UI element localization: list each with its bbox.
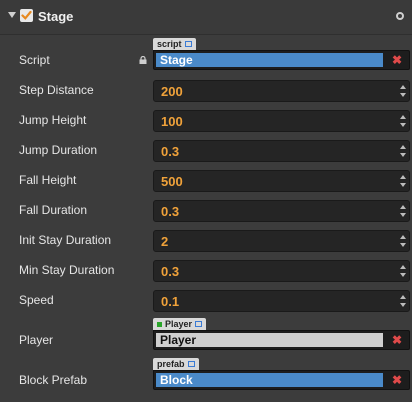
script-value-box[interactable]: Stage bbox=[156, 53, 383, 67]
gear-icon[interactable] bbox=[396, 12, 404, 20]
stepper[interactable] bbox=[397, 141, 409, 161]
stepper[interactable] bbox=[397, 201, 409, 221]
increment-arrow-icon[interactable] bbox=[400, 265, 406, 269]
script-tag-label: script bbox=[157, 39, 182, 49]
jump-duration-value: 0.3 bbox=[161, 144, 180, 159]
jump-duration-label: Jump Duration bbox=[19, 143, 98, 157]
speed-value: 0.1 bbox=[161, 294, 180, 309]
increment-arrow-icon[interactable] bbox=[400, 235, 406, 239]
stepper[interactable] bbox=[397, 111, 409, 131]
prefab-tag-label: prefab bbox=[157, 359, 185, 369]
decrement-arrow-icon[interactable] bbox=[400, 273, 406, 277]
script-value: Stage bbox=[160, 53, 193, 67]
decrement-arrow-icon[interactable] bbox=[400, 123, 406, 127]
increment-arrow-icon[interactable] bbox=[400, 145, 406, 149]
stepper[interactable] bbox=[397, 81, 409, 101]
player-value-box[interactable]: Player bbox=[156, 333, 383, 347]
decrement-arrow-icon[interactable] bbox=[400, 93, 406, 97]
step-distance-label: Step Distance bbox=[19, 83, 94, 97]
decrement-arrow-icon[interactable] bbox=[400, 153, 406, 157]
init-stay-duration-label: Init Stay Duration bbox=[19, 233, 112, 247]
speed-input[interactable]: 0.1 bbox=[153, 290, 410, 312]
block-prefab-value-box[interactable]: Block bbox=[156, 373, 383, 387]
increment-arrow-icon[interactable] bbox=[400, 205, 406, 209]
fall-height-input[interactable]: 500 bbox=[153, 170, 410, 192]
close-icon[interactable]: ✖ bbox=[392, 332, 402, 348]
block-prefab-value: Block bbox=[160, 373, 193, 387]
external-link-icon[interactable] bbox=[184, 41, 192, 47]
script-field[interactable]: Stage ✖ bbox=[153, 50, 410, 70]
component-header: Stage bbox=[0, 0, 412, 35]
increment-arrow-icon[interactable] bbox=[400, 175, 406, 179]
stepper[interactable] bbox=[397, 171, 409, 191]
decrement-arrow-icon[interactable] bbox=[400, 303, 406, 307]
fall-duration-label: Fall Duration bbox=[19, 203, 88, 217]
close-icon[interactable]: ✖ bbox=[392, 372, 402, 388]
block-prefab-field[interactable]: Block ✖ bbox=[153, 370, 410, 390]
player-field[interactable]: Player ✖ bbox=[153, 330, 410, 350]
enabled-checkbox[interactable] bbox=[20, 9, 33, 22]
close-icon[interactable]: ✖ bbox=[392, 52, 402, 68]
min-stay-duration-label: Min Stay Duration bbox=[19, 263, 115, 277]
player-tag-label: Player bbox=[165, 319, 193, 329]
stepper[interactable] bbox=[397, 291, 409, 311]
script-label: Script bbox=[19, 53, 50, 67]
block-prefab-label: Block Prefab bbox=[19, 373, 88, 387]
fold-triangle-icon[interactable] bbox=[8, 12, 16, 18]
stepper[interactable] bbox=[397, 261, 409, 281]
decrement-arrow-icon[interactable] bbox=[400, 243, 406, 247]
increment-arrow-icon[interactable] bbox=[400, 85, 406, 89]
min-stay-duration-input[interactable]: 0.3 bbox=[153, 260, 410, 282]
fall-duration-input[interactable]: 0.3 bbox=[153, 200, 410, 222]
jump-duration-input[interactable]: 0.3 bbox=[153, 140, 410, 162]
fall-duration-value: 0.3 bbox=[161, 204, 180, 219]
increment-arrow-icon[interactable] bbox=[400, 115, 406, 119]
jump-height-label: Jump Height bbox=[19, 113, 87, 127]
min-stay-duration-value: 0.3 bbox=[161, 264, 180, 279]
decrement-arrow-icon[interactable] bbox=[400, 183, 406, 187]
increment-arrow-icon[interactable] bbox=[400, 295, 406, 299]
player-label: Player bbox=[19, 333, 54, 347]
step-distance-input[interactable]: 200 bbox=[153, 80, 410, 102]
component-title: Stage bbox=[38, 9, 74, 24]
external-link-icon[interactable] bbox=[187, 361, 195, 367]
stepper[interactable] bbox=[397, 231, 409, 251]
external-link-icon[interactable] bbox=[195, 321, 203, 327]
fall-height-label: Fall Height bbox=[19, 173, 77, 187]
node-icon bbox=[157, 322, 162, 327]
init-stay-duration-value: 2 bbox=[161, 234, 169, 249]
step-distance-value: 200 bbox=[161, 84, 183, 99]
decrement-arrow-icon[interactable] bbox=[400, 213, 406, 217]
init-stay-duration-input[interactable]: 2 bbox=[153, 230, 410, 252]
fall-height-value: 500 bbox=[161, 174, 183, 189]
lock-icon bbox=[139, 56, 147, 64]
player-value: Player bbox=[160, 333, 197, 347]
speed-label: Speed bbox=[19, 293, 54, 307]
check-icon bbox=[21, 10, 32, 20]
jump-height-value: 100 bbox=[161, 114, 183, 129]
jump-height-input[interactable]: 100 bbox=[153, 110, 410, 132]
